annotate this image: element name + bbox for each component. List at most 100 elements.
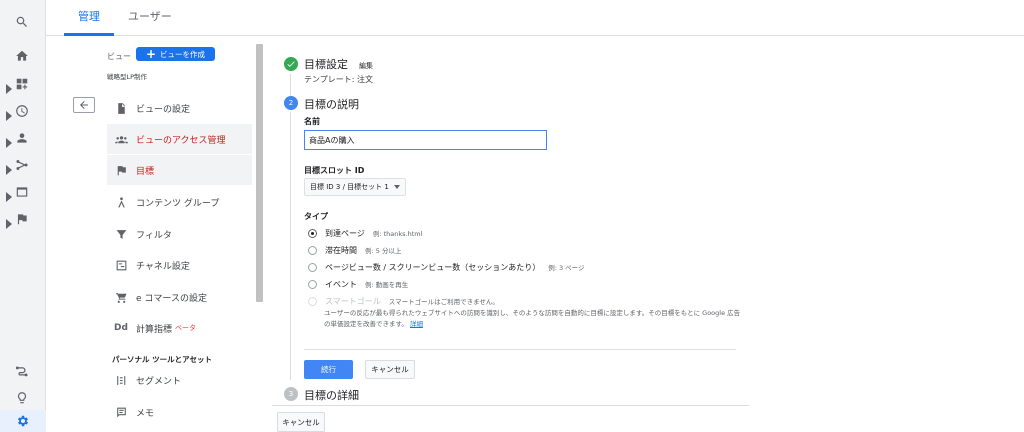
type-option-label: ページビュー数 / スクリーンビュー数（セッションあたり）: [325, 262, 541, 272]
radio-button: [308, 296, 317, 306]
admin-nav: ビュー + ビューを作成 戦略型LP制作 ビューの設定 ビューのアクセス管理 目…: [60, 44, 265, 432]
tab-admin[interactable]: 管理: [64, 0, 114, 36]
type-option-label: スマートゴール: [325, 296, 381, 306]
nav-item-label: 計算指標: [136, 324, 173, 335]
type-option-destination[interactable]: 到達ページ 例: thanks.html: [308, 226, 422, 240]
type-option-smart-goal: スマートゴール スマートゴールはご利用できません。: [308, 294, 499, 308]
left-rail: [0, 0, 46, 432]
home-icon[interactable]: [12, 46, 32, 66]
plus-icon: +: [145, 47, 157, 61]
cart-icon: [114, 290, 128, 304]
beta-badge: ベータ: [175, 324, 197, 332]
learn-more-link[interactable]: 詳細: [410, 320, 423, 328]
radio-button[interactable]: [308, 262, 317, 272]
section-title-personal-tools: パーソナル ツールとアセット: [112, 355, 212, 364]
goal-slot-select[interactable]: 目標 ID 3 / 目標セット 1: [304, 178, 406, 196]
type-option-example: 例: 5 分以上: [365, 247, 402, 255]
realtime-icon[interactable]: [12, 101, 32, 121]
step1-edit-link[interactable]: 編集: [359, 61, 373, 71]
type-label: タイプ: [304, 212, 328, 221]
smart-goal-note: ユーザーの反応が最も得られたウェブサイトへの訪問を識別し、そのような訪問を自動的…: [324, 308, 744, 330]
type-option-label: イベント: [325, 279, 357, 289]
smart-goal-note-text: ユーザーの反応が最も得られたウェブサイトへの訪問を識別し、そのような訪問を自動的…: [324, 309, 741, 328]
divider: [304, 349, 736, 350]
check-icon: [284, 57, 298, 71]
divider: [272, 405, 749, 406]
radio-button[interactable]: [308, 245, 317, 255]
nav-item-calculated-metrics[interactable]: Dd 計算指標 ベータ: [107, 313, 252, 343]
step-connector: [290, 74, 291, 96]
name-label: 名前: [304, 117, 320, 126]
type-option-label: 到達ページ: [325, 228, 365, 238]
nav-item-label: メモ: [136, 408, 155, 419]
nav-item-channel-settings[interactable]: チャネル設定: [107, 250, 252, 280]
content-group-icon: [114, 195, 128, 209]
type-option-example: スマートゴールはご利用できません。: [388, 298, 499, 306]
type-option-event[interactable]: イベント 例: 動画を再生: [308, 277, 408, 291]
view-name: 戦略型LP制作: [107, 73, 148, 81]
nav-item-content-grouping[interactable]: コンテンツ グループ: [107, 187, 252, 217]
step1-title: 目標設定: [304, 58, 348, 71]
nav-item-label: チャネル設定: [136, 261, 190, 272]
type-option-label: 滞在時間: [325, 245, 357, 255]
nav-item-view-access[interactable]: ビューのアクセス管理: [107, 124, 252, 154]
step3-number: 3: [284, 387, 298, 401]
nav-item-filters[interactable]: フィルタ: [107, 219, 252, 249]
back-button[interactable]: [73, 97, 95, 113]
top-tabs: 管理 ユーザー: [46, 0, 1024, 36]
radio-button[interactable]: [308, 228, 317, 238]
step2-title: 目標の説明: [304, 98, 359, 111]
goal-slot-value: 目標 ID 3 / 目標セット 1: [310, 183, 389, 191]
nav-item-segments[interactable]: セグメント: [107, 365, 252, 395]
bottom-cancel-button[interactable]: キャンセル: [277, 412, 325, 432]
nav-scrollbar[interactable]: [256, 44, 263, 302]
step1-template: テンプレート: 注文: [304, 75, 373, 84]
cancel-button[interactable]: キャンセル: [365, 360, 415, 379]
slot-label: 目標スロット ID: [304, 166, 365, 175]
type-option-pages-per-session[interactable]: ページビュー数 / スクリーンビュー数（セッションあたり） 例: 3 ページ: [308, 260, 585, 274]
chevron-down-icon: [394, 185, 400, 189]
nav-item-goals[interactable]: 目標: [107, 155, 252, 185]
nav-item-label: セグメント: [136, 376, 182, 387]
channel-icon: [114, 258, 128, 272]
type-option-duration[interactable]: 滞在時間 例: 5 分以上: [308, 243, 401, 257]
type-option-example: 例: 動画を再生: [365, 281, 409, 289]
dd-icon: Dd: [114, 323, 128, 333]
view-label: ビュー: [107, 52, 131, 61]
nav-item-label: e コマースの設定: [136, 293, 207, 304]
customization-icon[interactable]: [12, 74, 32, 94]
step2-number: 2: [284, 96, 298, 110]
nav-item-label: コンテンツ グループ: [136, 198, 220, 209]
create-view-button[interactable]: + ビューを作成: [136, 47, 215, 61]
nav-item-view-settings[interactable]: ビューの設定: [107, 93, 252, 123]
audience-icon[interactable]: [12, 128, 32, 148]
type-option-example: 例: thanks.html: [372, 230, 423, 238]
type-option-example: 例: 3 ページ: [548, 264, 585, 272]
arrow-left-icon: [80, 101, 88, 109]
behavior-icon[interactable]: [12, 182, 32, 202]
step3-title: 目標の詳細: [304, 389, 359, 402]
nav-item-label: ビューの設定: [136, 104, 191, 115]
people-icon: [114, 132, 128, 146]
create-view-label: ビューを作成: [160, 49, 206, 59]
nav-item-label: ビューのアクセス管理: [136, 135, 226, 146]
conversions-icon[interactable]: [12, 209, 32, 229]
nav-item-notes[interactable]: メモ: [107, 397, 252, 427]
goal-setup-panel: 目標設定 編集 テンプレート: 注文 2 目標の説明 名前 目標スロット ID …: [272, 44, 752, 432]
filter-icon: [114, 227, 128, 241]
tab-users[interactable]: ユーザー: [114, 0, 186, 36]
radio-button[interactable]: [308, 279, 317, 289]
document-icon: [114, 101, 128, 115]
nav-item-ecommerce-settings[interactable]: e コマースの設定: [107, 282, 252, 312]
discover-icon[interactable]: [12, 388, 32, 408]
settings-icon[interactable]: [0, 410, 46, 432]
attribution-icon[interactable]: [12, 362, 32, 382]
continue-button[interactable]: 続行: [304, 360, 353, 379]
nav-item-label: フィルタ: [136, 230, 172, 241]
acquisition-icon[interactable]: [12, 155, 32, 175]
nav-item-label: 目標: [136, 166, 155, 177]
segment-icon: [114, 373, 128, 387]
search-icon[interactable]: [12, 12, 32, 32]
goal-name-input[interactable]: [304, 130, 547, 150]
step-connector: [290, 112, 291, 380]
